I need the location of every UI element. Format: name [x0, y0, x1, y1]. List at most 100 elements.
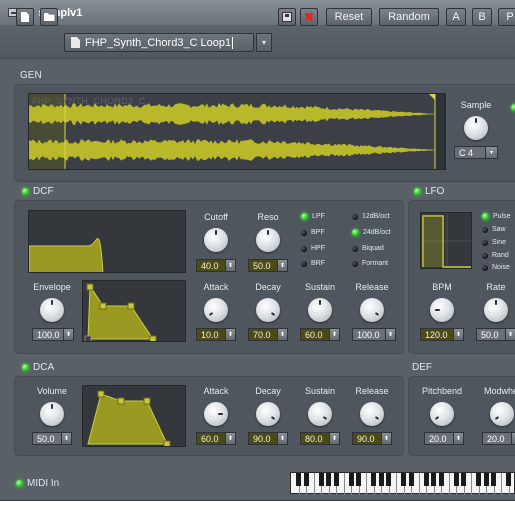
spin-arrows-icon[interactable]: ⬍ — [511, 433, 515, 444]
piano-black-key[interactable] — [318, 473, 324, 486]
rate-knob[interactable] — [484, 298, 508, 322]
random-button[interactable]: Random — [379, 8, 439, 26]
dca-attack-handle[interactable] — [97, 390, 105, 398]
dcf-decay-value-box[interactable]: 70.0 ⬍ — [248, 328, 288, 341]
dca-sustain-value-box[interactable]: 80.0 ⬍ — [300, 432, 340, 445]
dca-sustain-knob[interactable] — [308, 402, 332, 426]
piano-black-key[interactable] — [461, 473, 466, 486]
slope-formant[interactable]: Formant — [352, 260, 388, 267]
p-button[interactable]: P — [498, 8, 515, 26]
lfo-shape-noise[interactable]: Noise — [482, 264, 510, 271]
dcf-sustain-knob[interactable] — [308, 298, 332, 322]
dcf-decay-knob[interactable] — [256, 298, 280, 322]
delete-preset-button[interactable]: ✖ — [300, 8, 318, 26]
dca-sustain-handle[interactable] — [143, 397, 151, 405]
modwheel-value-box[interactable]: 20.0 ⬍ — [482, 432, 515, 445]
lfo-shape-sine[interactable]: Sine — [482, 239, 506, 246]
spin-arrows-icon[interactable]: ⬍ — [453, 329, 463, 340]
cutoff-value-box[interactable]: 40.0 ⬍ — [196, 259, 236, 272]
dcf-envelope-display[interactable] — [82, 280, 186, 342]
spin-arrows-icon[interactable]: ⬍ — [385, 329, 395, 340]
piano-black-key[interactable] — [326, 473, 331, 486]
piano-black-key[interactable] — [506, 473, 511, 486]
open-preset-button[interactable] — [40, 8, 58, 26]
lfo-shape-rand[interactable]: Rand — [482, 252, 509, 259]
dca-release-value-box[interactable]: 90.0 ⬍ — [352, 432, 392, 445]
dcf-section-header[interactable]: DCF — [22, 186, 54, 197]
b-button[interactable]: B — [472, 8, 492, 26]
lfo-section-header[interactable]: LFO — [414, 186, 444, 197]
piano-black-key[interactable] — [408, 473, 414, 486]
piano-black-key[interactable] — [371, 473, 376, 486]
dca-section-header[interactable]: DCA — [22, 362, 54, 373]
piano-black-key[interactable] — [333, 473, 339, 486]
piano-black-key[interactable] — [483, 473, 489, 486]
dca-attack-value-box[interactable]: 60.0 ⬍ — [196, 432, 236, 445]
piano-black-key[interactable] — [378, 473, 384, 486]
sample-knob[interactable] — [464, 116, 488, 140]
lfo-shape-saw[interactable]: Saw — [482, 226, 506, 233]
piano-black-key[interactable] — [296, 473, 301, 486]
bpm-value-box[interactable]: 120.0 ⬍ — [420, 328, 464, 341]
spin-arrows-icon[interactable]: ⬍ — [225, 260, 235, 271]
slope-biquad[interactable]: Biquad — [352, 245, 384, 252]
sample-note-select[interactable]: C 4 ▾ — [454, 146, 498, 159]
spin-arrows-icon[interactable]: ⬍ — [277, 433, 287, 444]
piano-black-key[interactable] — [453, 473, 459, 486]
dca-attack-knob[interactable] — [204, 402, 228, 426]
dca-envelope-display[interactable] — [82, 385, 186, 447]
modwheel-knob[interactable] — [490, 402, 514, 426]
dcf-attack-handle[interactable] — [86, 283, 94, 291]
dca-decay-knob[interactable] — [256, 402, 280, 426]
bpm-knob[interactable] — [430, 298, 454, 322]
piano-black-key[interactable] — [348, 473, 354, 486]
spin-arrows-icon[interactable]: ⬍ — [61, 433, 71, 444]
lfo-shape-pulse[interactable]: Pulse — [482, 213, 511, 220]
dcf-release-handle[interactable] — [149, 335, 157, 342]
dca-decay-value-box[interactable]: 90.0 ⬍ — [248, 432, 288, 445]
sample-waveform-display[interactable]: FHP_SYNTH_CHORD3_C — [28, 93, 446, 170]
piano-black-key[interactable] — [356, 473, 361, 486]
volume-knob[interactable] — [40, 402, 64, 426]
cutoff-knob[interactable] — [204, 228, 228, 252]
spin-arrows-icon[interactable]: ⬍ — [505, 329, 515, 340]
piano-keyboard[interactable] — [290, 472, 515, 495]
new-preset-button[interactable] — [16, 8, 34, 26]
a-button[interactable]: A — [446, 8, 466, 26]
spin-arrows-icon[interactable]: ⬍ — [329, 433, 339, 444]
piano-black-key[interactable] — [431, 473, 436, 486]
volume-value-box[interactable]: 50.0 ⬍ — [32, 432, 72, 445]
dca-decay-handle[interactable] — [117, 397, 125, 405]
spin-arrows-icon[interactable]: ⬍ — [63, 329, 73, 340]
piano-black-key[interactable] — [423, 473, 429, 486]
dcf-decay-handle[interactable] — [99, 302, 107, 310]
piano-black-key[interactable] — [303, 473, 309, 486]
piano-black-key[interactable] — [401, 473, 406, 486]
piano-black-key[interactable] — [476, 473, 481, 486]
save-preset-button[interactable] — [278, 8, 296, 26]
piano-black-key[interactable] — [491, 473, 496, 486]
spin-arrows-icon[interactable]: ⬍ — [225, 329, 235, 340]
spin-arrows-icon[interactable]: ⬍ — [381, 433, 391, 444]
reso-value-box[interactable]: 50.0 ⬍ — [248, 259, 288, 272]
slope-24db[interactable]: 24dB/oct — [352, 229, 391, 236]
lfo-shape-display[interactable] — [420, 212, 472, 269]
dcf-attack-value-box[interactable]: 10.0 ⬍ — [196, 328, 236, 341]
reso-knob[interactable] — [256, 228, 280, 252]
dcf-release-knob[interactable] — [360, 298, 384, 322]
spin-arrows-icon[interactable]: ⬍ — [225, 433, 235, 444]
filter-type-brf[interactable]: BRF — [301, 260, 325, 267]
spin-arrows-icon[interactable]: ⬍ — [453, 433, 463, 444]
dcf-sustain-handle[interactable] — [127, 302, 135, 310]
filter-type-hpf[interactable]: HPF — [301, 245, 325, 252]
piano-black-key[interactable] — [386, 473, 391, 486]
spin-arrows-icon[interactable]: ⬍ — [277, 260, 287, 271]
pitchbend-knob[interactable] — [430, 402, 454, 426]
spin-arrows-icon[interactable]: ⬍ — [329, 329, 339, 340]
dcf-attack-knob[interactable] — [204, 298, 228, 322]
dca-release-handle[interactable] — [163, 440, 171, 447]
reset-button[interactable]: Reset — [326, 8, 372, 26]
pitchbend-value-box[interactable]: 20.0 ⬍ — [424, 432, 464, 445]
slope-12db[interactable]: 12dB/oct — [352, 213, 390, 220]
dcf-release-value-box[interactable]: 100.0 ⬍ — [352, 328, 396, 341]
